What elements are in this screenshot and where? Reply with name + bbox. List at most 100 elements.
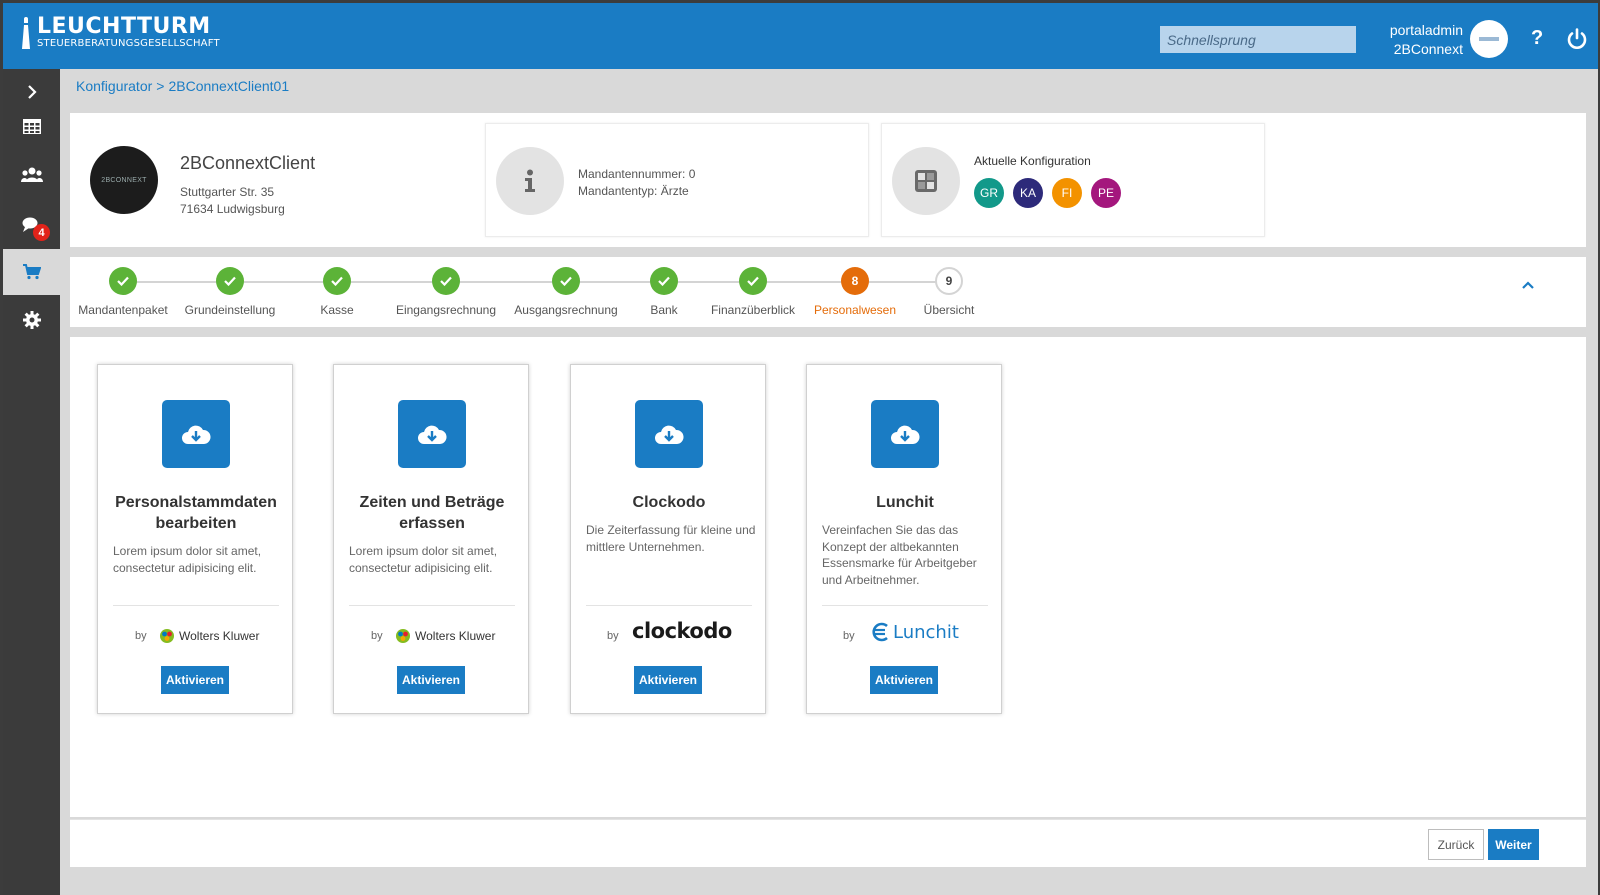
chip-pe[interactable]: PE — [1091, 178, 1121, 208]
card-lunchit: Lunchit Vereinfachen Sie das das Konzept… — [806, 364, 1002, 714]
card-description: Lorem ipsum dolor sit amet, consectetur … — [113, 544, 262, 575]
card-zeiten-betraege: Zeiten und Beträge erfassen Lorem ipsum … — [333, 364, 529, 714]
user-org: 2BConnext — [1393, 41, 1463, 57]
vendor-name: clockodo — [632, 619, 732, 643]
mandant-number: Mandantennummer: 0 — [578, 167, 696, 181]
vendor-logo: Lunchit — [869, 621, 959, 643]
user-avatar[interactable] — [1470, 20, 1508, 58]
activate-button[interactable]: Aktivieren — [397, 666, 465, 694]
user-name: portaladmin — [1389, 22, 1463, 38]
breadcrumb-configurator[interactable]: Konfigurator — [76, 78, 152, 94]
lighthouse-icon — [21, 17, 31, 49]
wizard-footer: Zurück Weiter — [70, 819, 1586, 867]
step-mandantenpaket[interactable]: Mandantenpaket — [70, 267, 176, 317]
step-label: Personalwesen — [813, 303, 897, 317]
wolters-kluwer-icon — [160, 629, 174, 643]
step-uebersicht[interactable]: 9 Übersicht — [906, 267, 992, 317]
card-title: Lunchit — [876, 494, 934, 511]
mandant-type: Mandantentyp: Ärzte — [578, 184, 689, 198]
breadcrumb-client[interactable]: 2BConnextClient01 — [168, 78, 289, 94]
card-clockodo: Clockodo Die Zeiterfassung für kleine un… — [570, 364, 766, 714]
step-finanzueberblick[interactable]: Finanzüberblick — [703, 267, 803, 317]
step-label: Mandantenpaket — [78, 303, 168, 317]
step-eingangsrechnung[interactable]: Eingangsrechnung — [383, 267, 509, 317]
avatar-logo — [1479, 37, 1499, 41]
lunchit-icon — [872, 622, 888, 642]
check-icon — [323, 267, 351, 295]
activate-button[interactable]: Aktivieren — [870, 666, 938, 694]
brand-subtitle: STEUERBERATUNGSGESELLSCHAFT — [37, 38, 220, 49]
step-label: Grundeinstellung — [184, 303, 276, 317]
cloud-download-icon[interactable] — [635, 400, 703, 468]
next-button[interactable]: Weiter — [1488, 829, 1539, 860]
by-label: by — [371, 630, 383, 642]
back-button[interactable]: Zurück — [1428, 829, 1484, 860]
by-label: by — [607, 630, 619, 642]
by-label: by — [135, 630, 147, 642]
card-personalstammdaten: Personalstammdaten bearbeiten Lorem ipsu… — [97, 364, 293, 714]
card-title: Zeiten und Beträge erfassen — [334, 492, 530, 534]
info-icon — [496, 147, 564, 215]
cloud-download-icon[interactable] — [398, 400, 466, 468]
sidebar-item-settings[interactable] — [3, 297, 60, 343]
step-label: Eingangsrechnung — [395, 303, 497, 317]
step-ausgangsrechnung[interactable]: Ausgangsrechnung — [503, 267, 629, 317]
mandant-info-card: Mandantennummer: 0 Mandantentyp: Ärzte — [485, 123, 869, 237]
wolters-kluwer-icon — [396, 629, 410, 643]
company-logo[interactable]: LEUCHTTURM STEUERBERATUNGSGESELLSCHAFT — [21, 14, 220, 50]
cloud-download-icon[interactable] — [162, 400, 230, 468]
table-icon — [22, 118, 41, 134]
cart-icon — [22, 264, 41, 280]
step-kasse[interactable]: Kasse — [284, 267, 390, 317]
card-divider — [586, 605, 752, 606]
step-number: 9 — [935, 267, 963, 295]
sidebar-item-notifications[interactable]: 4 — [3, 202, 60, 248]
by-label: by — [843, 630, 855, 642]
check-icon — [552, 267, 580, 295]
sidebar-item-users[interactable] — [3, 152, 60, 198]
main-area: Konfigurator >2BConnextClient01 2BCONNEXT… — [60, 69, 1598, 895]
user-info[interactable]: portaladmin 2BConnext — [1373, 21, 1463, 59]
check-icon — [739, 267, 767, 295]
config-title: Aktuelle Konfiguration — [974, 154, 1091, 168]
step-bank[interactable]: Bank — [624, 267, 704, 317]
chevron-up-icon[interactable] — [1522, 281, 1534, 289]
vendor-name: Wolters Kluwer — [415, 629, 496, 643]
client-logo-text: 2BCONNEXT — [101, 176, 147, 184]
card-description: Vereinfachen Sie das das Konzept der alt… — [822, 523, 977, 587]
help-icon[interactable]: ? — [1531, 27, 1543, 50]
sidebar-item-table[interactable] — [3, 103, 60, 149]
activate-button[interactable]: Aktivieren — [161, 666, 229, 694]
chip-ka[interactable]: KA — [1013, 178, 1043, 208]
check-icon — [650, 267, 678, 295]
check-icon — [109, 267, 137, 295]
step-grundeinstellung[interactable]: Grundeinstellung — [177, 267, 283, 317]
power-icon[interactable] — [1565, 27, 1589, 51]
breadcrumb-separator: > — [156, 78, 165, 94]
sidebar: 4 — [3, 69, 60, 895]
activate-button[interactable]: Aktivieren — [634, 666, 702, 694]
check-icon — [432, 267, 460, 295]
step-label: Ausgangsrechnung — [514, 303, 618, 317]
check-icon — [216, 267, 244, 295]
client-name: 2BConnextClient — [180, 153, 316, 173]
client-street: Stuttgarter Str. 35 — [180, 185, 275, 199]
cloud-download-icon[interactable] — [871, 400, 939, 468]
config-icon — [892, 147, 960, 215]
vendor-logo: Wolters Kluwer — [159, 628, 259, 644]
brand-name: LEUCHTTURM — [37, 14, 211, 39]
step-label: Übersicht — [923, 303, 975, 317]
card-title-line: Zeiten und Beträge — [359, 494, 505, 511]
chip-gr[interactable]: GR — [974, 178, 1004, 208]
step-personalwesen[interactable]: 8 Personalwesen — [805, 267, 905, 317]
users-icon — [20, 167, 43, 182]
breadcrumb: Konfigurator >2BConnextClient01 — [76, 78, 289, 94]
quick-jump-input[interactable] — [1160, 26, 1356, 53]
gear-icon — [22, 311, 41, 329]
wizard-stepper: Mandantenpaket Grundeinstellung Kasse Ei… — [70, 257, 1586, 327]
card-title-line: Personalstammdaten — [115, 494, 277, 511]
sidebar-item-cart[interactable] — [3, 249, 60, 295]
chip-fi[interactable]: FI — [1052, 178, 1082, 208]
config-chips: GR KA FI PE — [974, 178, 1121, 208]
step-label: Finanzüberblick — [710, 303, 796, 317]
